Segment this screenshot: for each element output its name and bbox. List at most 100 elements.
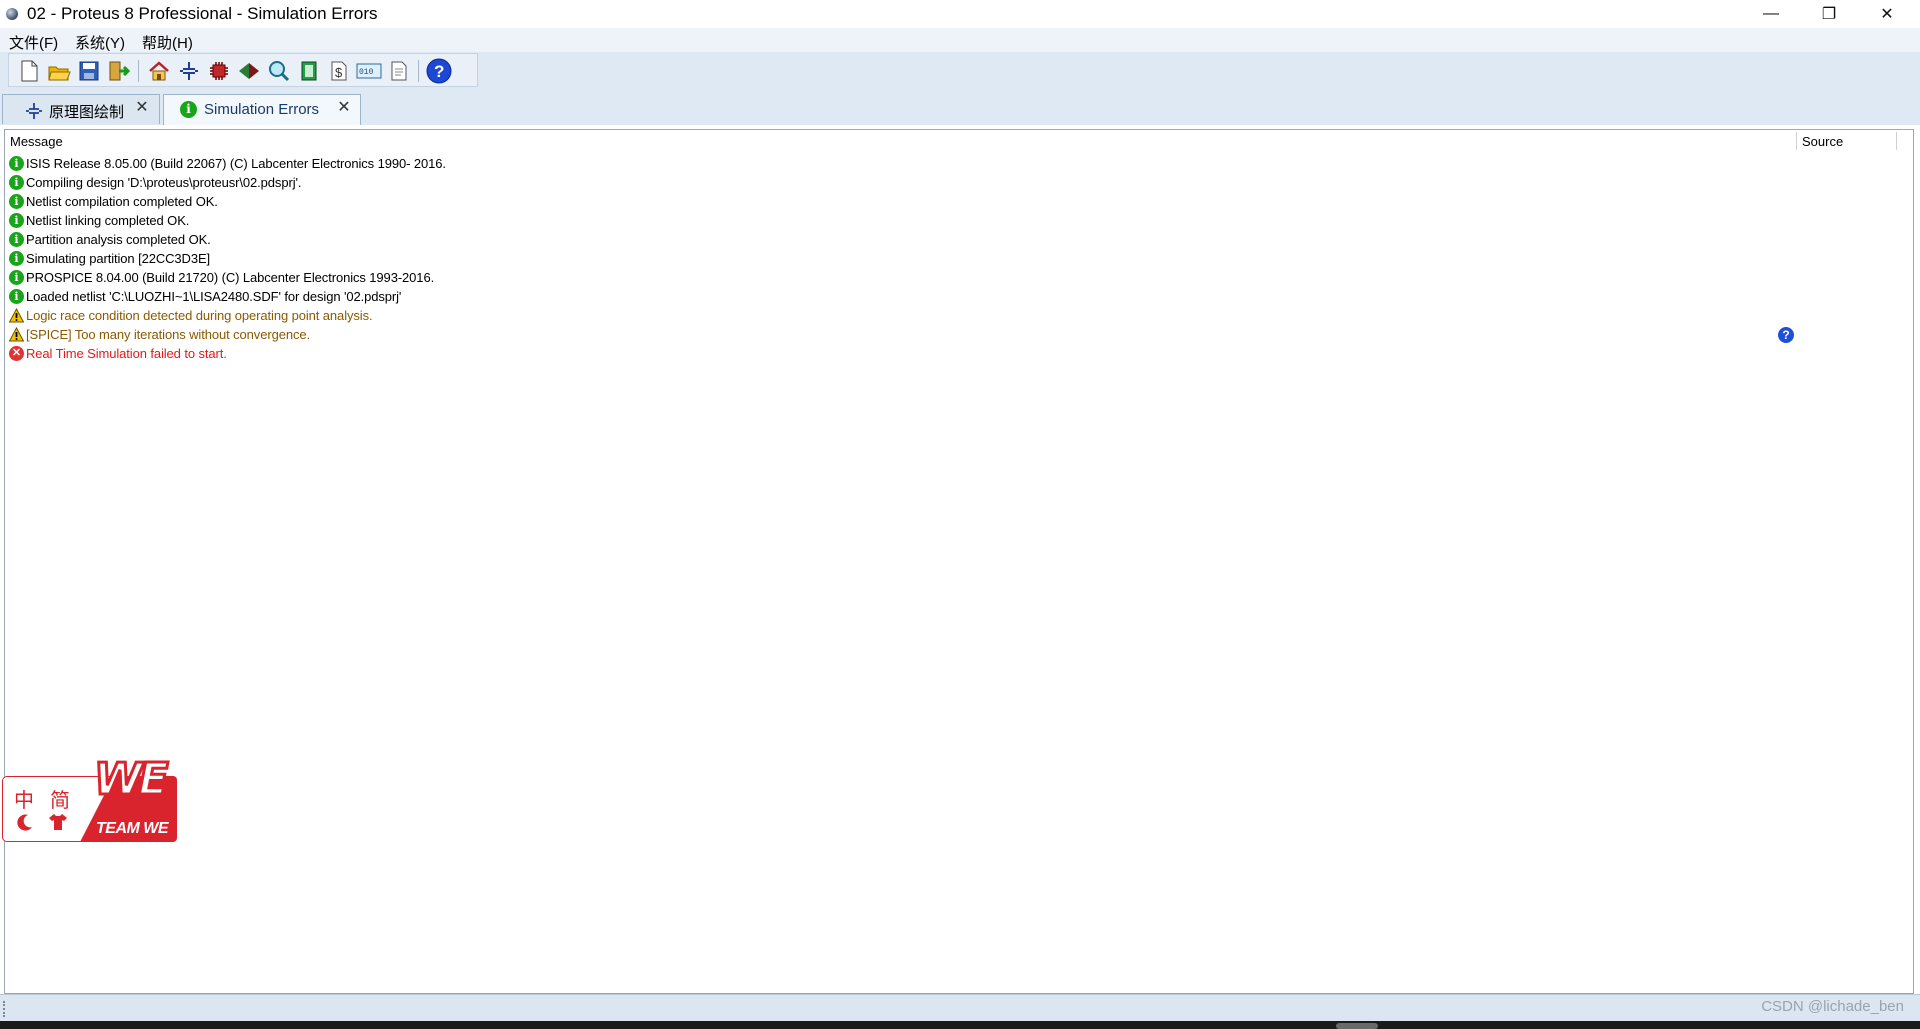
tab-close-button[interactable]: ✕ [335,99,353,117]
menu-help[interactable]: 帮助(H) [142,32,193,53]
minimize-icon: — [1763,5,1779,22]
column-divider[interactable] [1896,132,1897,150]
taskbar [0,1021,1920,1029]
restore-button[interactable]: ❐ [1800,0,1858,28]
source-help-icon[interactable]: ? [1778,327,1794,343]
shirt-icon[interactable] [48,812,68,832]
teamwe-overlay[interactable]: 中 简 WE TEAM WE [2,753,187,844]
restore-icon: ❐ [1821,6,1837,23]
home-icon [149,61,169,81]
log-row[interactable]: i Compiling design 'D:\proteus\proteusr\0… [9,173,1789,192]
schematic-button[interactable] [176,58,202,84]
simulation-log-panel[interactable]: Message Source i ISIS Release 8.05.00 (Bu… [4,129,1914,994]
help-button[interactable]: ? [426,58,452,84]
team-we-brand: TEAM WE [96,820,169,837]
schematic-icon [180,62,198,80]
gerber-icon [269,61,290,82]
log-message: PROSPICE 8.04.00 (Build 21720) (C) Labce… [26,270,435,285]
log-row[interactable]: i Loaded netlist 'C:\LUOZHI~1\LISA2480.SD… [9,287,1789,306]
design-explorer-button[interactable]: $ [326,58,352,84]
save-button[interactable] [76,58,102,84]
log-message: [SPICE] Too many iterations without conv… [26,327,310,342]
column-header-message[interactable]: Message [10,134,63,149]
pcb-button[interactable] [206,58,232,84]
vsm-studio-button[interactable]: 010 [356,58,382,84]
vsm-studio-icon: 010 [356,63,382,79]
help-icon: ? [426,58,452,84]
taskbar-item[interactable] [1336,1023,1378,1029]
close-button[interactable]: ✕ [1858,0,1916,28]
info-icon: i [9,156,24,171]
tab-label: Simulation Errors [204,101,320,118]
status-bar: CSDN @lichade_ben [0,994,1920,1022]
overlay-char-zhong[interactable]: 中 [14,784,34,813]
import-button[interactable] [106,58,132,84]
column-header-source[interactable]: Source [1802,134,1843,149]
csdn-watermark: CSDN @lichade_ben [1761,998,1904,1015]
log-message: Logic race condition detected during ope… [26,308,373,323]
info-icon: i [9,213,24,228]
log-row[interactable]: i Simulating partition [22CC3D3E] [9,249,1789,268]
info-icon: i [9,289,24,304]
log-message: Partition analysis completed OK. [26,232,211,247]
tab-close-button[interactable]: ✕ [133,99,151,117]
log-message: Netlist linking completed OK. [26,213,190,228]
home-button[interactable] [146,58,172,84]
info-icon: i [9,251,24,266]
svg-text:$: $ [335,65,343,80]
log-message: ISIS Release 8.05.00 (Build 22067) (C) L… [26,156,446,171]
log-row[interactable]: Logic race condition detected during ope… [9,306,1789,325]
log-message: Loaded netlist 'C:\LUOZHI~1\LISA2480.SDF… [26,289,402,304]
pcb-icon [210,62,228,80]
new-file-icon [21,60,38,82]
info-icon: i [9,270,24,285]
proteus-app-icon [6,8,18,20]
info-icon: i [9,194,24,209]
gerber-button[interactable] [266,58,292,84]
bom-icon [301,61,317,81]
tab-label: 原理图绘制 [49,104,125,121]
overlay-char-jian[interactable]: 简 [50,784,70,813]
tab-strip: 原理图绘制 ✕ i Simulation Errors ✕ [0,88,1920,125]
design-explorer-icon: $ [331,61,347,81]
toolbar-separator [138,60,139,82]
toolbar-separator [418,60,419,82]
title-bar: 02 - Proteus 8 Professional - Simulation… [0,0,1920,28]
menu-file[interactable]: 文件(F) [9,32,58,53]
info-icon: i [9,232,24,247]
error-icon: ✕ [9,346,24,361]
log-row[interactable]: i Netlist linking completed OK. [9,211,1789,230]
log-message: Real Time Simulation failed to start. [26,346,227,361]
info-icon: i [180,101,197,118]
team-we-logo: WE [93,753,171,807]
open-folder-icon [48,66,71,81]
info-icon: i [9,175,24,190]
log-message: Compiling design 'D:\proteus\proteusr\02… [26,175,302,190]
log-row[interactable]: i Partition analysis completed OK. [9,230,1789,249]
tab-simulation-errors[interactable]: i Simulation Errors ✕ [163,94,361,125]
3d-viewer-button[interactable] [236,58,262,84]
log-message: Simulating partition [22CC3D3E] [26,251,211,266]
log-message: Netlist compilation completed OK. [26,194,218,209]
column-divider[interactable] [1796,132,1797,150]
bom-button[interactable] [296,58,322,84]
3d-viewer-icon [239,63,259,79]
toolbar: $ 010 ? [8,53,478,87]
open-button[interactable] [46,58,72,84]
menu-system[interactable]: 系统(Y) [75,32,125,53]
log-row[interactable]: ✕ Real Time Simulation failed to start. [9,344,1789,363]
log-row[interactable]: [SPICE] Too many iterations without conv… [9,325,1789,344]
warning-icon [9,308,24,323]
warning-icon [9,327,24,342]
notes-icon [391,61,407,81]
log-row[interactable]: i Netlist compilation completed OK. [9,192,1789,211]
tab-schematic-capture[interactable]: 原理图绘制 ✕ [2,94,160,124]
svg-text:?: ? [434,62,444,81]
log-row[interactable]: i PROSPICE 8.04.00 (Build 21720) (C) Labc… [9,268,1789,287]
notes-button[interactable] [386,58,412,84]
minimize-button[interactable]: — [1742,0,1800,28]
moon-icon[interactable] [14,812,34,832]
log-column-header: Message Source [5,130,1915,152]
log-row[interactable]: i ISIS Release 8.05.00 (Build 22067) (C) … [9,154,1789,173]
new-file-button[interactable] [16,58,42,84]
